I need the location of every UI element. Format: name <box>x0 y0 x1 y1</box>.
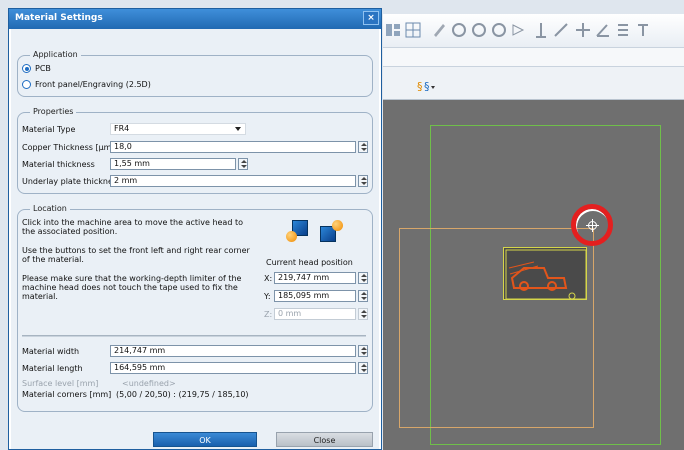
crosshair-icon <box>586 219 599 232</box>
head-z-label: Z: <box>264 310 273 319</box>
material-width-field[interactable]: 214,747 mm <box>110 345 356 357</box>
material-length-field[interactable]: 164,595 mm <box>110 362 356 374</box>
layout-icon[interactable] <box>385 22 401 38</box>
location-legend: Location <box>30 204 70 213</box>
chevron-down-icon <box>235 127 241 131</box>
material-length-spinner[interactable] <box>358 362 368 374</box>
radio-unselected-icon <box>22 80 31 89</box>
surface-level-value: <undefined> <box>122 379 176 388</box>
dialog-body: Application PCB Front panel/Engraving (2… <box>11 29 379 449</box>
copper-thickness-spinner[interactable] <box>358 141 368 153</box>
grid-icon[interactable] <box>405 22 421 38</box>
ok-button[interactable]: OK <box>153 432 257 447</box>
head-z-field: 0 mm <box>274 308 356 320</box>
drill-tool-icon[interactable] <box>511 22 527 38</box>
head-y-spinner[interactable] <box>358 290 368 302</box>
copper-thickness-field[interactable]: 18,0 <box>110 141 356 153</box>
set-rear-right-corner-icon <box>332 220 343 231</box>
pcb-preview <box>503 247 587 300</box>
head-z-spinner <box>358 308 368 320</box>
circle-tool-icon[interactable] <box>451 22 467 38</box>
circle-tool-2-icon[interactable] <box>471 22 487 38</box>
move-icon[interactable] <box>575 22 591 38</box>
mill-tool-icon[interactable] <box>533 22 549 38</box>
svg-text:§: § <box>424 80 430 93</box>
material-type-value: FR4 <box>114 124 130 133</box>
dialog-titlebar[interactable]: Material Settings × <box>9 9 381 29</box>
text-tool-icon[interactable] <box>635 22 651 38</box>
head-y-field[interactable]: 185,095 mm <box>274 290 356 302</box>
location-separator <box>22 335 366 337</box>
properties-legend: Properties <box>30 107 77 116</box>
application-legend: Application <box>30 50 81 59</box>
align-tool-icon[interactable] <box>615 22 631 38</box>
svg-text:§: § <box>417 80 423 93</box>
radio-pcb[interactable]: PCB <box>22 64 51 73</box>
underlay-thickness-field[interactable]: 2 mm <box>110 175 356 187</box>
material-type-select[interactable]: FR4 <box>110 123 246 135</box>
material-thickness-field[interactable]: 1,55 mm <box>110 158 236 170</box>
location-instruction-3: Please make sure that the working-depth … <box>22 274 242 301</box>
material-width-spinner[interactable] <box>358 345 368 357</box>
head-y-label: Y: <box>264 292 271 301</box>
material-corners-value: (5,00 / 20,50) : (219,75 / 185,10) <box>116 390 249 399</box>
set-front-left-corner-icon <box>286 231 297 242</box>
underlay-thickness-spinner[interactable] <box>358 175 368 187</box>
properties-group: Properties Material Type FR4 Copper Thic… <box>17 107 373 194</box>
pen-tool-icon[interactable] <box>431 22 447 38</box>
footprint-dropdown-icon[interactable]: § § <box>417 79 435 93</box>
measure-tool-icon[interactable] <box>553 22 569 38</box>
material-thickness-spinner[interactable] <box>238 158 248 170</box>
radio-front-panel[interactable]: Front panel/Engraving (2.5D) <box>22 80 151 89</box>
head-x-field[interactable]: 219,747 mm <box>274 272 356 284</box>
pcb-layout-graphic <box>505 249 587 300</box>
close-icon[interactable]: × <box>363 11 379 25</box>
radio-label: PCB <box>35 64 51 73</box>
material-width-label: Material width <box>22 347 80 356</box>
location-instruction-1: Click into the machine area to move the … <box>22 218 243 236</box>
material-thickness-label: Material thickness <box>22 160 95 169</box>
toolbar-strip <box>383 48 684 66</box>
material-settings-dialog: Material Settings × Application PCB Fron… <box>8 8 382 450</box>
head-x-label: X: <box>264 274 273 283</box>
dialog-title: Material Settings <box>15 13 103 23</box>
application-group: Application PCB Front panel/Engraving (2… <box>17 50 373 97</box>
circle-tool-3-icon[interactable] <box>491 22 507 38</box>
location-instruction-2: Use the buttons to set the front left an… <box>22 246 250 264</box>
material-type-label: Material Type <box>22 125 76 134</box>
secondary-toolbar: § § <box>383 66 684 162</box>
surface-level-label: Surface level [mm] <box>22 379 99 388</box>
copper-thickness-label: Copper Thickness [µm] <box>22 143 115 152</box>
main-toolbar <box>383 14 684 48</box>
current-head-position-title: Current head position <box>266 258 353 267</box>
underlay-thickness-label: Underlay plate thickness <box>22 177 122 186</box>
radio-selected-icon <box>22 64 31 73</box>
set-front-left-button[interactable] <box>286 220 310 242</box>
set-rear-right-button[interactable] <box>320 220 344 242</box>
location-group: Location Click into the machine area to … <box>17 204 373 412</box>
material-corners-label: Material corners [mm] <box>22 390 112 399</box>
head-x-spinner[interactable] <box>358 272 368 284</box>
close-button[interactable]: Close <box>276 432 373 447</box>
radio-label: Front panel/Engraving (2.5D) <box>35 80 151 89</box>
material-length-label: Material length <box>22 364 83 373</box>
angle-tool-icon[interactable] <box>595 22 611 38</box>
